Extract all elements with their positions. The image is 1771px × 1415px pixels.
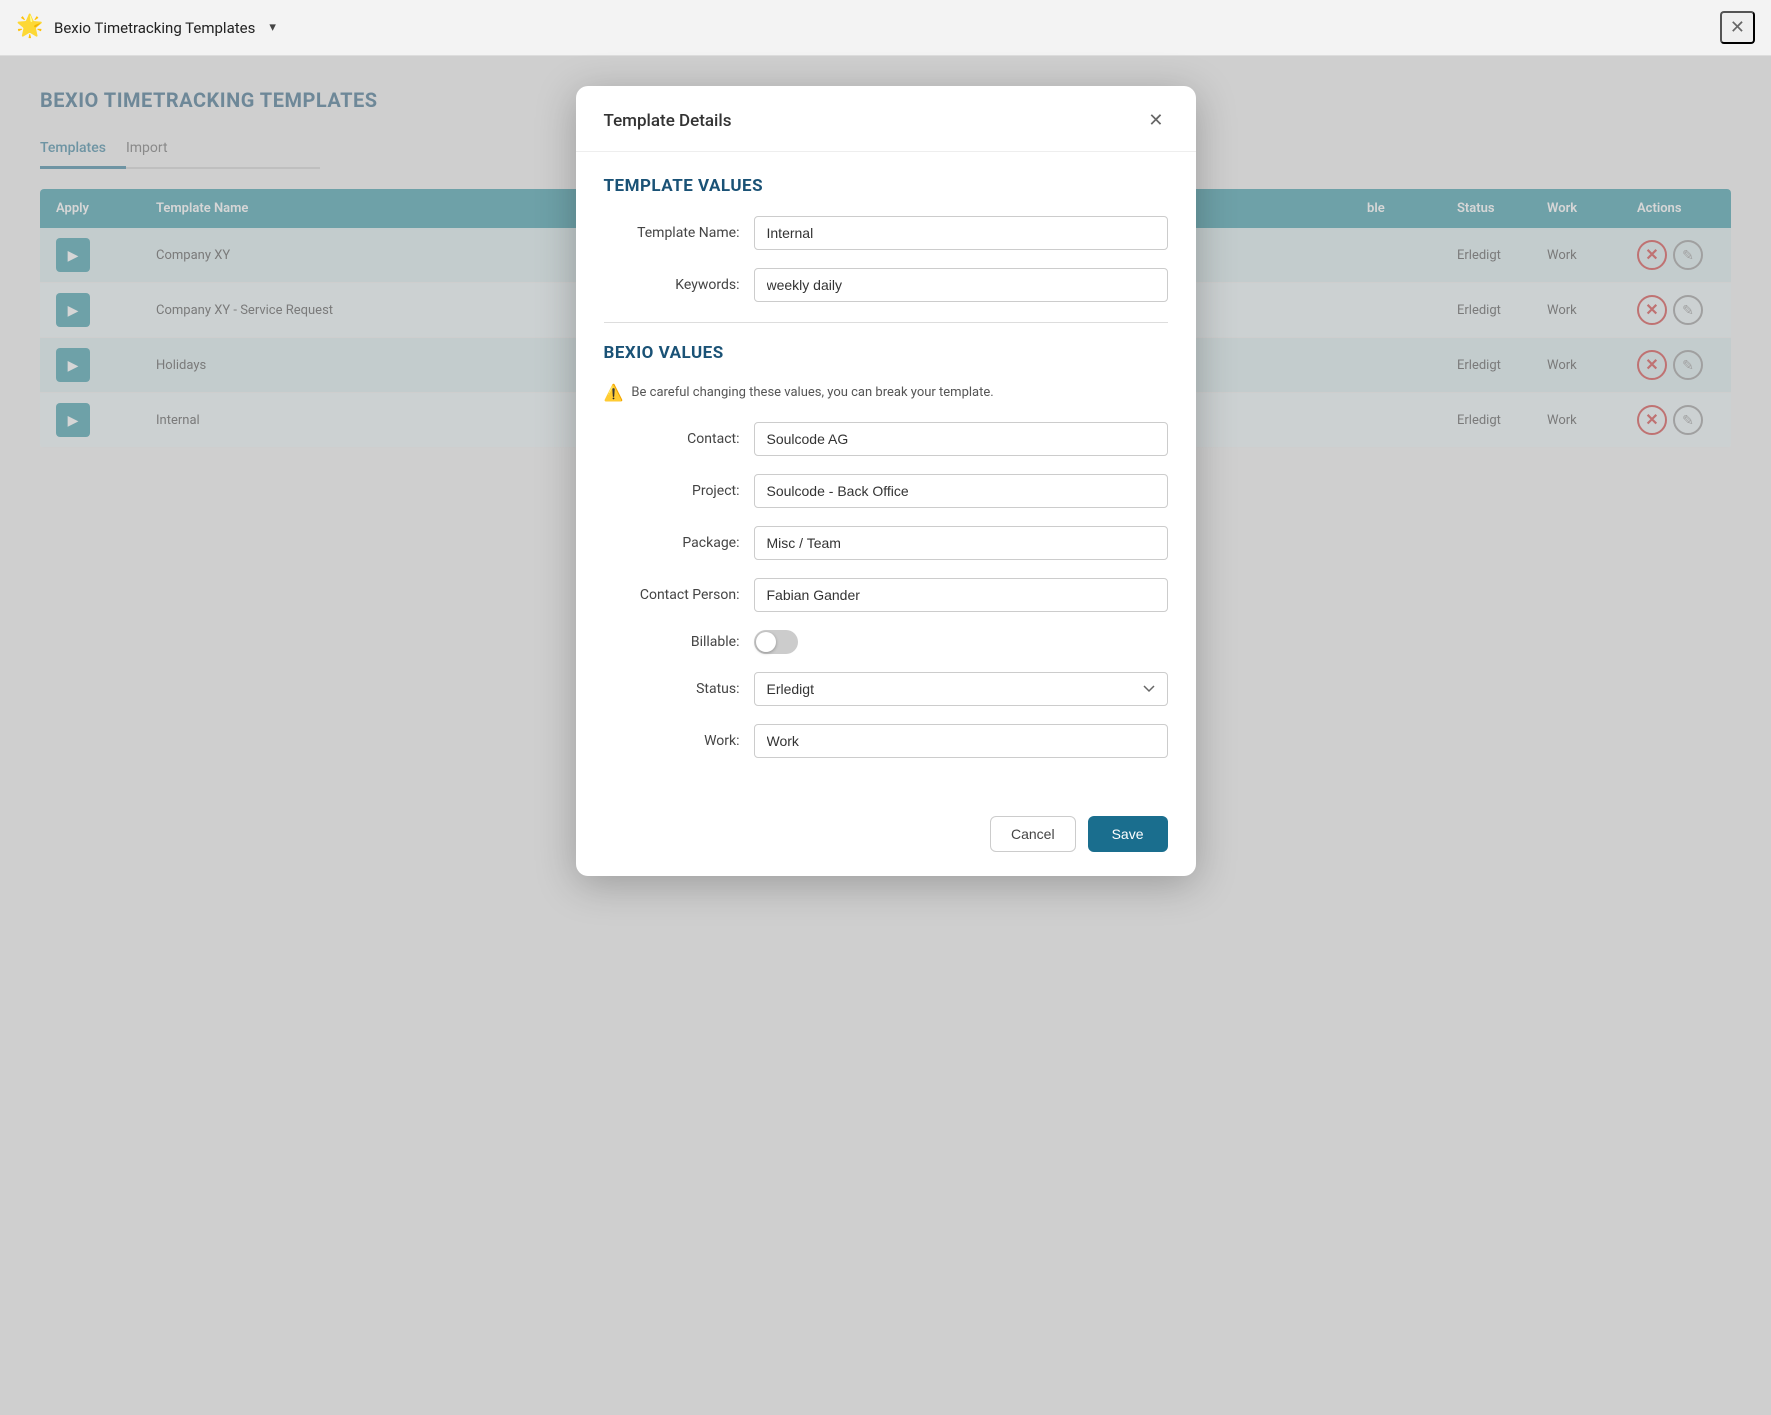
template-name-label: Template Name:: [604, 225, 754, 241]
work-label: Work:: [604, 733, 754, 749]
template-name-row: Template Name:: [604, 216, 1168, 250]
work-row: Work:: [604, 724, 1168, 758]
titlebar-title: Bexio Timetracking Templates: [54, 19, 255, 37]
project-label: Project:: [604, 483, 754, 499]
template-details-modal: Template Details ✕ TEMPLATE VALUES Templ…: [576, 86, 1196, 876]
contact-person-label: Contact Person:: [604, 587, 754, 603]
warning-box: ⚠️ Be careful changing these values, you…: [604, 383, 1168, 402]
contact-input[interactable]: [754, 422, 1168, 456]
bexio-values-heading: BEXIO VALUES: [604, 343, 1168, 363]
billable-row: Billable:: [604, 630, 1168, 654]
work-input[interactable]: [754, 724, 1168, 758]
titlebar: 🌟 Bexio Timetracking Templates ▾ ✕: [0, 0, 1771, 56]
warning-text: Be careful changing these values, you ca…: [631, 385, 993, 400]
titlebar-dropdown[interactable]: ▾: [265, 18, 280, 37]
cancel-button[interactable]: Cancel: [990, 816, 1076, 852]
status-label: Status:: [604, 681, 754, 697]
keywords-input[interactable]: [754, 268, 1168, 302]
contact-label: Contact:: [604, 431, 754, 447]
modal-footer: Cancel Save: [576, 800, 1196, 876]
status-row: Status: Erledigt Offen In Bearbeitung: [604, 672, 1168, 706]
contact-person-row: Contact Person:: [604, 578, 1168, 612]
modal-overlay: Template Details ✕ TEMPLATE VALUES Templ…: [0, 56, 1771, 1415]
contact-person-input[interactable]: [754, 578, 1168, 612]
modal-body: TEMPLATE VALUES Template Name: Keywords:…: [576, 152, 1196, 800]
titlebar-close-button[interactable]: ✕: [1720, 11, 1755, 44]
project-input[interactable]: [754, 474, 1168, 508]
modal-close-button[interactable]: ✕: [1144, 106, 1167, 135]
keywords-label: Keywords:: [604, 277, 754, 293]
billable-toggle-container: [754, 630, 798, 654]
toggle-knob: [756, 632, 776, 652]
package-row: Package:: [604, 526, 1168, 560]
modal-header: Template Details ✕: [576, 86, 1196, 152]
warning-icon: ⚠️: [604, 383, 624, 402]
package-label: Package:: [604, 535, 754, 551]
save-button[interactable]: Save: [1088, 816, 1168, 852]
keywords-row: Keywords:: [604, 268, 1168, 302]
modal-title: Template Details: [604, 111, 732, 131]
billable-label: Billable:: [604, 634, 754, 650]
contact-row: Contact:: [604, 422, 1168, 456]
package-input[interactable]: [754, 526, 1168, 560]
status-select[interactable]: Erledigt Offen In Bearbeitung: [754, 672, 1168, 706]
app-icon: 🌟: [16, 14, 44, 42]
section-divider: [604, 322, 1168, 323]
template-name-input[interactable]: [754, 216, 1168, 250]
app-container: BEXIO TIMETRACKING TEMPLATES Templates I…: [0, 56, 1771, 1415]
template-values-heading: TEMPLATE VALUES: [604, 176, 1168, 196]
titlebar-left: 🌟 Bexio Timetracking Templates ▾: [16, 14, 280, 42]
project-row: Project:: [604, 474, 1168, 508]
billable-toggle[interactable]: [754, 630, 798, 654]
